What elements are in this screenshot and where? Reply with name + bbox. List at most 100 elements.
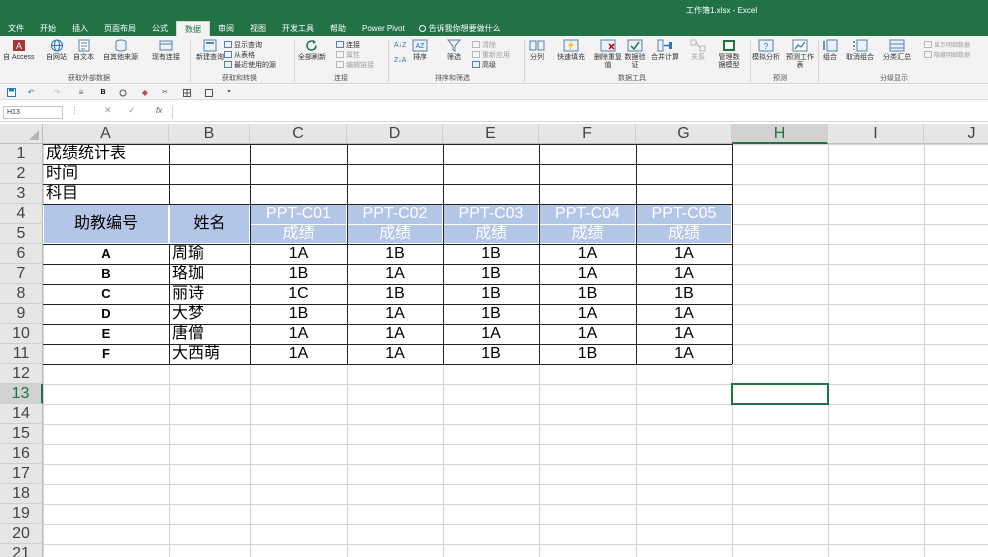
- eraser-icon[interactable]: ◆: [140, 88, 150, 97]
- row-header-6[interactable]: 6: [0, 244, 43, 264]
- cell-grade[interactable]: 1A: [250, 344, 347, 364]
- refresh-all-button[interactable]: 全部刷新: [298, 39, 326, 62]
- cell-assistant-id[interactable]: A: [43, 244, 169, 264]
- cell-grade[interactable]: 1A: [347, 304, 443, 324]
- cell-assistant-id[interactable]: C: [43, 284, 169, 304]
- reapply-filter-button[interactable]: 重新应用: [472, 50, 510, 59]
- group-button[interactable]: 组合: [822, 39, 838, 62]
- cancel-icon[interactable]: ✕: [104, 105, 112, 116]
- sort-ascending-icon[interactable]: ≡: [76, 88, 86, 97]
- cell-grade[interactable]: 1B: [539, 344, 636, 364]
- bold-icon[interactable]: B: [98, 88, 108, 97]
- header-grade-label[interactable]: 成绩: [443, 224, 539, 244]
- row-header-8[interactable]: 8: [0, 284, 43, 304]
- cell-grade[interactable]: 1B: [347, 244, 443, 264]
- customize-toolbar-icon[interactable]: ▾: [224, 88, 234, 97]
- column-header-j[interactable]: J: [924, 124, 988, 144]
- remove-duplicates-button[interactable]: 删除重复值: [594, 39, 622, 70]
- row-header-11[interactable]: 11: [0, 344, 43, 364]
- sort-button[interactable]: AZ 排序: [412, 39, 428, 62]
- header-course-5[interactable]: PPT-C05: [636, 204, 732, 224]
- cell-grade[interactable]: 1A: [347, 324, 443, 344]
- row-header-18[interactable]: 18: [0, 484, 43, 504]
- cell-name[interactable]: 大梦: [169, 304, 250, 324]
- sort-ascending-button[interactable]: A↓Z: [394, 41, 406, 50]
- column-header-i[interactable]: I: [828, 124, 924, 144]
- row-header-4[interactable]: 4: [0, 204, 43, 224]
- cell-grade[interactable]: 1B: [250, 304, 347, 324]
- properties-button[interactable]: 属性: [336, 50, 360, 59]
- cell-grade[interactable]: 1A: [636, 304, 732, 324]
- enter-icon[interactable]: ✓: [128, 105, 136, 116]
- tab-help[interactable]: 帮助: [322, 21, 354, 36]
- cell-assistant-id[interactable]: B: [43, 264, 169, 284]
- forecast-sheet-button[interactable]: 预测工作表: [786, 39, 814, 70]
- cell-grade[interactable]: 1A: [539, 304, 636, 324]
- flash-fill-button[interactable]: 快速填充: [557, 39, 585, 62]
- insert-function-icon[interactable]: fx: [156, 106, 162, 115]
- name-box[interactable]: H13: [3, 106, 63, 119]
- cell-grade[interactable]: 1A: [636, 344, 732, 364]
- advanced-filter-button[interactable]: 高级: [472, 60, 496, 69]
- cell-grade[interactable]: 1A: [539, 244, 636, 264]
- column-header-g[interactable]: G: [636, 124, 732, 144]
- header-grade-label[interactable]: 成绩: [250, 224, 347, 244]
- formula-input[interactable]: [172, 106, 984, 119]
- filter-button[interactable]: 筛选: [446, 39, 462, 62]
- tab-view[interactable]: 视图: [242, 21, 274, 36]
- from-other-sources-button[interactable]: 自其他来源: [103, 39, 138, 62]
- tab-insert[interactable]: 插入: [64, 21, 96, 36]
- tab-file[interactable]: 文件: [0, 21, 32, 36]
- cell-grade[interactable]: 1B: [443, 244, 539, 264]
- select-all-button[interactable]: [0, 124, 43, 144]
- cell-grade[interactable]: 1B: [443, 344, 539, 364]
- circle-icon[interactable]: [118, 88, 128, 97]
- column-header-a[interactable]: A: [43, 124, 169, 144]
- from-table-button[interactable]: 从表格: [224, 50, 255, 59]
- tab-power-pivot[interactable]: Power Pivot: [354, 21, 413, 36]
- what-if-analysis-button[interactable]: ? 模拟分析: [752, 39, 780, 62]
- row-header-21[interactable]: 21: [0, 544, 43, 557]
- row-header-14[interactable]: 14: [0, 404, 43, 424]
- subtotal-button[interactable]: 分类汇总: [883, 39, 911, 62]
- sort-descending-button[interactable]: Z↓A: [394, 56, 406, 65]
- merge-icon[interactable]: [204, 88, 214, 97]
- tab-page-layout[interactable]: 页面布局: [96, 21, 144, 36]
- cell-assistant-id[interactable]: D: [43, 304, 169, 324]
- cell-grade[interactable]: 1A: [347, 264, 443, 284]
- column-header-d[interactable]: D: [347, 124, 443, 144]
- data-validation-button[interactable]: 数据验证: [622, 39, 648, 70]
- cell-assistant-id[interactable]: E: [43, 324, 169, 344]
- cell-grade[interactable]: 1B: [443, 284, 539, 304]
- cell-name[interactable]: 大西萌: [169, 344, 250, 364]
- cell-grade[interactable]: 1B: [443, 304, 539, 324]
- consolidate-button[interactable]: 合并计算: [651, 39, 679, 62]
- edit-links-button[interactable]: 编辑链接: [336, 60, 374, 69]
- column-header-f[interactable]: F: [539, 124, 636, 144]
- manage-data-model-button[interactable]: 管理数据模型: [716, 39, 742, 70]
- row-header-9[interactable]: 9: [0, 304, 43, 324]
- cell-grade[interactable]: 1A: [539, 264, 636, 284]
- borders-icon[interactable]: [182, 88, 192, 97]
- cell-grade[interactable]: 1A: [636, 324, 732, 344]
- cell-grade[interactable]: 1A: [250, 324, 347, 344]
- cell-grade[interactable]: 1A: [250, 244, 347, 264]
- column-header-c[interactable]: C: [250, 124, 347, 144]
- cell-grade[interactable]: 1B: [539, 284, 636, 304]
- from-web-button[interactable]: 自网站: [46, 39, 67, 62]
- tell-me-search[interactable]: 告诉我你想要做什么: [413, 21, 509, 36]
- tab-data[interactable]: 数据: [176, 21, 210, 36]
- cell-grade[interactable]: 1A: [636, 244, 732, 264]
- from-text-button[interactable]: 自文本: [73, 39, 94, 62]
- cell-grade[interactable]: 1A: [636, 264, 732, 284]
- cell-grade[interactable]: 1A: [443, 324, 539, 344]
- header-grade-label[interactable]: 成绩: [347, 224, 443, 244]
- clear-filter-button[interactable]: 清除: [472, 40, 496, 49]
- tab-home[interactable]: 开始: [32, 21, 64, 36]
- row-header-20[interactable]: 20: [0, 524, 43, 544]
- connections-button[interactable]: 连接: [336, 40, 360, 49]
- header-course-4[interactable]: PPT-C04: [539, 204, 636, 224]
- undo-icon[interactable]: ↶: [26, 88, 36, 97]
- new-query-button[interactable]: 新建查询: [196, 39, 224, 62]
- header-grade-label[interactable]: 成绩: [539, 224, 636, 244]
